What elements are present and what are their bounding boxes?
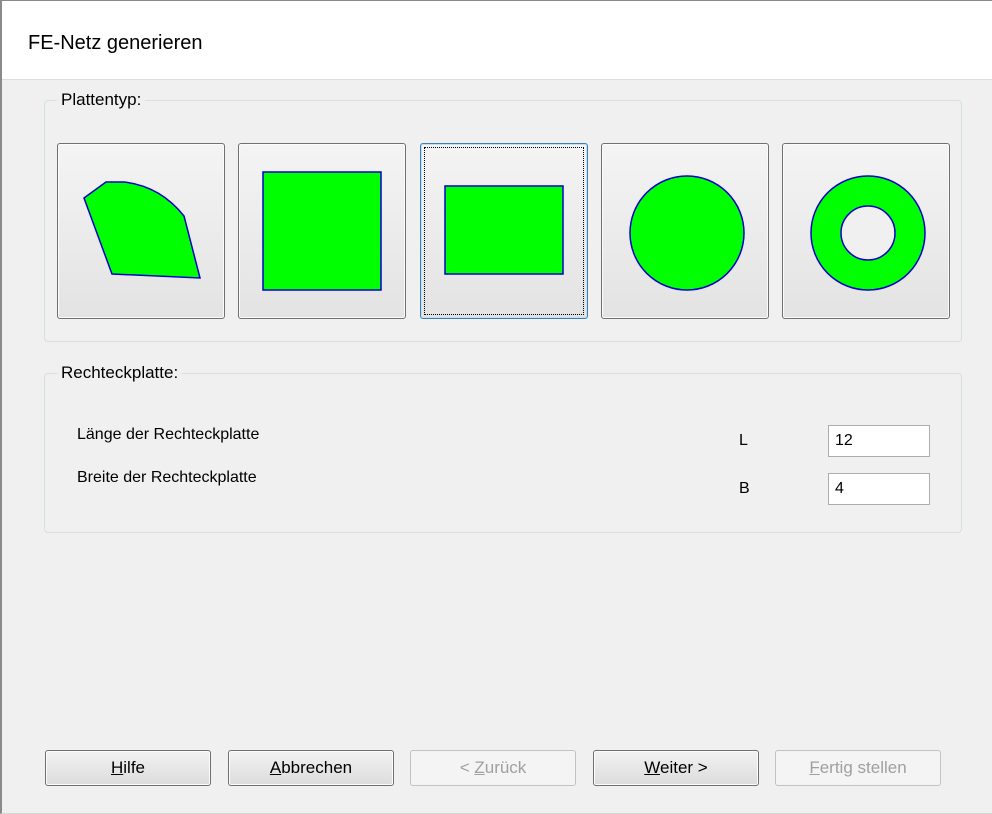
plate-type-group-label: Plattentyp:	[57, 88, 146, 112]
cancel-mnemonic: A	[269, 758, 282, 777]
plate-type-rectangle-button[interactable]	[420, 143, 588, 319]
help-button[interactable]: Hilfe	[45, 750, 211, 786]
plate-type-square-button[interactable]	[238, 143, 406, 319]
plate-type-circle-button[interactable]	[601, 143, 769, 319]
square-shape-icon	[262, 171, 382, 291]
next-mnemonic: W	[644, 758, 660, 777]
plate-type-ring-button[interactable]	[782, 143, 950, 319]
back-label-rest: urück	[484, 758, 527, 777]
finish-mnemonic: F	[809, 758, 820, 777]
rect-plate-group: Rechteckplatte:	[44, 361, 962, 533]
width-symbol: B	[739, 480, 750, 497]
plate-type-polygon-button[interactable]	[57, 143, 225, 319]
back-mnemonic: Z	[474, 758, 485, 777]
cancel-button[interactable]: Abbrechen	[228, 750, 394, 786]
back-button[interactable]: < Zurück	[410, 750, 576, 786]
help-label-rest: ilfe	[123, 758, 145, 777]
cancel-label-rest: bbrechen	[281, 758, 353, 777]
length-label: Länge der Rechteckplatte	[77, 426, 260, 443]
width-label: Breite der Rechteckplatte	[77, 469, 257, 486]
back-prefix: <	[459, 758, 475, 777]
ring-shape-icon	[810, 175, 926, 291]
width-input[interactable]: 4	[828, 473, 930, 505]
length-input[interactable]: 12	[828, 425, 930, 457]
finish-button[interactable]: Fertig stellen	[775, 750, 941, 786]
title-bar: FE-Netz generieren	[2, 1, 992, 80]
circle-shape-icon	[629, 175, 745, 291]
help-mnemonic: H	[110, 758, 124, 777]
next-label-rest: eiter >	[660, 758, 708, 777]
length-symbol: L	[739, 432, 748, 449]
next-button[interactable]: Weiter >	[593, 750, 759, 786]
finish-label-rest: ertig stellen	[819, 758, 907, 777]
rect-plate-group-label: Rechteckplatte:	[57, 361, 183, 385]
dialog-window: FE-Netz generieren Plattentyp: Rechteckp…	[0, 0, 992, 814]
polygon-shape-icon	[83, 181, 201, 279]
window-title: FE-Netz generieren	[28, 32, 203, 54]
rectangle-shape-icon	[444, 185, 564, 275]
